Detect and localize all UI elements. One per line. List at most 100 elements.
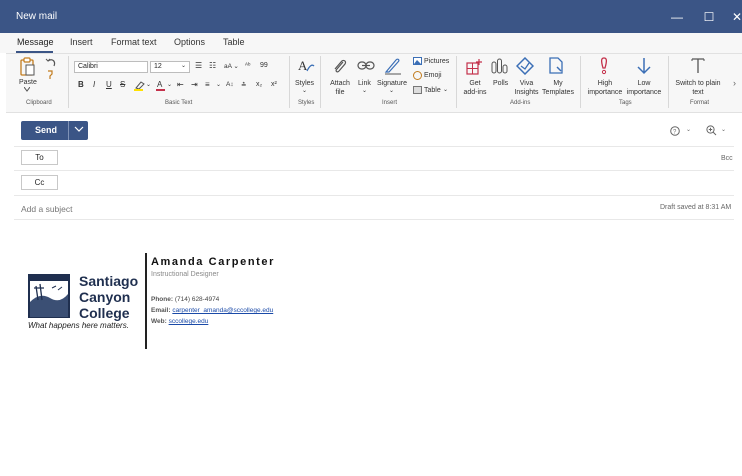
- minimize-button[interactable]: —: [668, 8, 686, 26]
- divider: [14, 146, 734, 147]
- my-templates-icon[interactable]: [549, 57, 563, 74]
- paste-button[interactable]: Paste: [19, 78, 37, 87]
- underline-icon[interactable]: U: [106, 80, 112, 89]
- attach-file-button[interactable]: Attach file: [328, 79, 352, 97]
- cc-button[interactable]: Cc: [21, 175, 58, 190]
- link-icon[interactable]: [357, 60, 375, 72]
- switch-to-plain-text-button[interactable]: Switch to plain text: [673, 79, 723, 97]
- chevron-down-icon[interactable]: ⌄: [181, 62, 186, 69]
- addins-group-label: Add-ins: [510, 100, 531, 106]
- phone-value: (714) 628-4974: [174, 296, 220, 303]
- emoji-icon[interactable]: [413, 71, 422, 80]
- spelling-icon[interactable]: ᴬᵇ: [245, 62, 250, 69]
- tab-table[interactable]: Table: [223, 37, 245, 47]
- styles-icon[interactable]: A: [297, 57, 315, 75]
- send-button[interactable]: Send: [35, 125, 57, 135]
- close-button[interactable]: ✕: [728, 8, 742, 26]
- web-link[interactable]: sccollege.edu: [169, 318, 209, 325]
- email-label: Email:: [151, 307, 171, 314]
- chevron-down-icon[interactable]: ⌄: [146, 81, 151, 88]
- viva-insights-button[interactable]: Viva Insights: [513, 79, 540, 97]
- table-icon[interactable]: [413, 86, 422, 94]
- polls-button[interactable]: Polls: [493, 79, 508, 88]
- low-importance-icon[interactable]: [637, 57, 651, 75]
- my-templates-button[interactable]: My Templates: [541, 79, 575, 97]
- basic-text-group-label: Basic Text: [165, 100, 193, 106]
- signature-role: Instructional Designer: [151, 271, 219, 278]
- send-options-chevron-icon[interactable]: [74, 124, 84, 134]
- table-button[interactable]: Table: [424, 86, 441, 95]
- clipboard-group-label: Clipboard: [26, 100, 52, 106]
- pictures-icon[interactable]: [413, 57, 422, 65]
- bcc-link[interactable]: Bcc: [721, 155, 733, 162]
- format-painter-icon[interactable]: [46, 70, 54, 80]
- web-label: Web:: [151, 318, 167, 325]
- chevron-down-icon[interactable]: ⌄: [389, 87, 394, 94]
- font-color-icon[interactable]: A: [156, 79, 166, 91]
- signature-name: Amanda Carpenter: [151, 256, 276, 268]
- help-icon[interactable]: ?: [670, 126, 680, 136]
- paste-icon[interactable]: [19, 57, 37, 77]
- logo-tagline: What happens here matters.: [28, 321, 129, 330]
- chevron-down-icon[interactable]: ⌄: [302, 87, 307, 94]
- bullets-icon[interactable]: ☰: [195, 61, 202, 70]
- chevron-down-icon[interactable]: [24, 87, 30, 92]
- quote-icon[interactable]: 99: [260, 62, 268, 69]
- increase-indent-icon[interactable]: ⇥: [191, 80, 198, 89]
- viva-insights-icon[interactable]: [516, 57, 534, 75]
- undo-icon[interactable]: [45, 58, 57, 68]
- chevron-down-icon[interactable]: ⌄: [362, 87, 367, 94]
- svg-text:A: A: [157, 80, 163, 89]
- polls-icon[interactable]: [491, 58, 508, 74]
- to-button[interactable]: To: [21, 150, 58, 165]
- numbering-icon[interactable]: ☷: [209, 61, 216, 70]
- logo-line-3: College: [79, 305, 130, 321]
- get-addins-button[interactable]: Get add-ins: [462, 79, 488, 97]
- font-size-down-icon[interactable]: aA ⌄: [224, 62, 239, 70]
- low-importance-button[interactable]: Low importance: [625, 79, 663, 97]
- signature-icon[interactable]: [384, 57, 402, 75]
- high-importance-icon[interactable]: [599, 57, 609, 75]
- phone-label: Phone:: [151, 296, 174, 303]
- strikethrough-icon[interactable]: S: [120, 80, 125, 89]
- plain-text-icon[interactable]: [690, 57, 706, 74]
- chevron-down-icon[interactable]: ⌄: [443, 86, 448, 93]
- chevron-down-icon[interactable]: ⌄: [686, 126, 691, 133]
- tab-options[interactable]: Options: [174, 37, 205, 47]
- ribbon-separator: [580, 56, 581, 108]
- tab-message[interactable]: Message: [17, 37, 54, 47]
- font-family-select[interactable]: Calibri: [74, 61, 148, 73]
- send-divider: [68, 121, 69, 140]
- highlight-icon[interactable]: [134, 80, 146, 91]
- italic-icon[interactable]: I: [93, 80, 95, 89]
- align-icon[interactable]: ≡: [205, 80, 210, 89]
- get-addins-icon[interactable]: [466, 58, 483, 75]
- pictures-button[interactable]: Pictures: [424, 57, 449, 66]
- high-importance-button[interactable]: High importance: [586, 79, 624, 97]
- ribbon-separator: [456, 56, 457, 108]
- ribbon-tabs: Message Insert Format text Options Table: [0, 33, 742, 53]
- email-link[interactable]: carpenter_amanda@sccollege.edu: [172, 307, 273, 314]
- zoom-icon[interactable]: [706, 125, 717, 136]
- subject-input[interactable]: Add a subject: [21, 204, 73, 214]
- line-spacing-icon[interactable]: A↕: [226, 81, 234, 88]
- decrease-indent-icon[interactable]: ⇤: [177, 80, 184, 89]
- chevron-down-icon[interactable]: ⌄: [721, 126, 726, 133]
- ribbon-scroll-right-icon[interactable]: ›: [733, 78, 736, 88]
- paragraph-spacing-icon[interactable]: ≛: [241, 81, 246, 89]
- ribbon-separator: [320, 56, 321, 108]
- subscript-icon[interactable]: x₂: [256, 81, 262, 88]
- chevron-down-icon[interactable]: ⌄: [216, 81, 221, 88]
- tab-insert[interactable]: Insert: [70, 37, 93, 47]
- chevron-down-icon[interactable]: ⌄: [167, 81, 172, 88]
- superscript-icon[interactable]: x²: [271, 81, 277, 88]
- emoji-button[interactable]: Emoji: [424, 71, 442, 80]
- insert-group-label: Insert: [382, 100, 398, 106]
- maximize-button[interactable]: ☐: [700, 8, 718, 26]
- attach-icon[interactable]: [332, 58, 348, 76]
- window-title: New mail: [16, 11, 58, 22]
- tab-format-text[interactable]: Format text: [111, 37, 157, 47]
- signature-web: Web: sccollege.edu: [151, 318, 208, 325]
- bold-icon[interactable]: B: [78, 80, 84, 89]
- tags-group-label: Tags: [619, 100, 632, 106]
